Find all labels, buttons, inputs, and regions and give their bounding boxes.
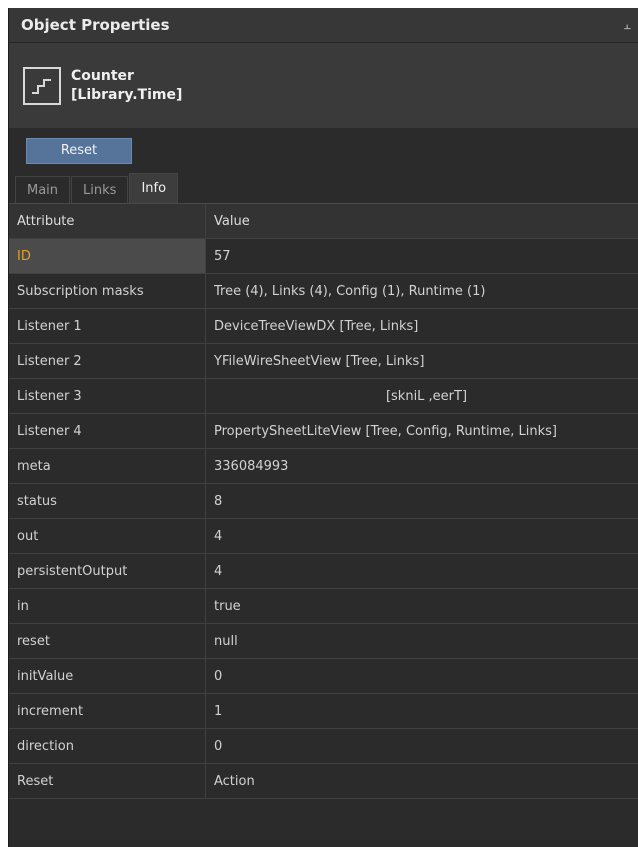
row-value: 1 <box>205 693 638 729</box>
row-value: 336084993 <box>205 448 638 484</box>
object-properties-panel: Object Properties ⫠ Counter [Library.Tim… <box>8 8 638 847</box>
row-key: in <box>9 588 206 624</box>
row-key: Listener 4 <box>9 413 206 449</box>
tab-main[interactable]: Main <box>15 176 71 203</box>
reset-row: Reset <box>9 128 638 173</box>
row-value: null <box>205 623 638 659</box>
row-key: reset <box>9 623 206 659</box>
tab-links[interactable]: Links <box>71 176 129 203</box>
object-name: Counter <box>71 67 134 84</box>
table-row[interactable]: persistentOutput 4 <box>9 553 638 589</box>
table-row[interactable]: initValue 0 <box>9 658 638 694</box>
attribute-column-header: Attribute <box>9 204 206 239</box>
table-row[interactable]: direction 0 <box>9 728 638 764</box>
row-value: DeviceTreeViewDX [Tree, Links] <box>205 308 638 344</box>
object-library: [Library.Time] <box>71 86 183 103</box>
row-value: 4 <box>205 553 638 589</box>
object-title: Counter [Library.Time] <box>71 67 182 105</box>
row-value: 8 <box>205 483 638 519</box>
row-key: increment <box>9 693 206 729</box>
row-value: 0 <box>205 658 638 694</box>
table-row[interactable]: Subscription masks Tree (4), Links (4), … <box>9 273 638 309</box>
table-row[interactable]: status 8 <box>9 483 638 519</box>
value-column-header: Value <box>205 204 638 239</box>
row-key: status <box>9 483 206 519</box>
table-row[interactable]: Listener 1 DeviceTreeViewDX [Tree, Links… <box>9 308 638 344</box>
tab-info[interactable]: Info <box>129 173 179 203</box>
table-row[interactable]: Listener 3 [Tree, Links] <box>9 378 638 414</box>
table-row[interactable]: meta 336084993 <box>9 448 638 484</box>
row-key: out <box>9 518 206 554</box>
row-key: initValue <box>9 658 206 694</box>
row-key: Subscription masks <box>9 273 206 309</box>
row-value: true <box>205 588 638 624</box>
table-row[interactable]: Reset Action <box>9 763 638 799</box>
tab-bar: Main Links Info <box>9 173 638 204</box>
table-row[interactable]: increment 1 <box>9 693 638 729</box>
row-key: Listener 1 <box>9 308 206 344</box>
panel-titlebar: Object Properties ⫠ <box>9 8 638 43</box>
row-value: Tree (4), Links (4), Config (1), Runtime… <box>205 273 638 309</box>
row-value: PropertySheetLiteView [Tree, Config, Run… <box>205 413 638 449</box>
table-row[interactable]: ID 57 <box>9 238 638 274</box>
row-key: direction <box>9 728 206 764</box>
row-value: [Tree, Links] <box>205 378 638 414</box>
row-value: 4 <box>205 518 638 554</box>
row-value: 0 <box>205 728 638 764</box>
row-key: meta <box>9 448 206 484</box>
row-value: 57 <box>205 238 638 274</box>
properties-table: Attribute Value ID 57 Subscription masks… <box>9 204 638 799</box>
row-key: persistentOutput <box>9 553 206 589</box>
row-key: Listener 3 <box>9 378 206 414</box>
row-value: YFileWireSheetView [Tree, Links] <box>205 343 638 379</box>
object-header: Counter [Library.Time] <box>9 43 638 128</box>
table-row[interactable]: Listener 4 PropertySheetLiteView [Tree, … <box>9 413 638 449</box>
table-row[interactable]: out 4 <box>9 518 638 554</box>
panel-title: Object Properties <box>21 16 170 34</box>
row-key: ID <box>9 238 206 274</box>
row-key: Reset <box>9 763 206 799</box>
table-header-row: Attribute Value <box>9 204 638 239</box>
row-value: Action <box>205 763 638 799</box>
pin-icon[interactable]: ⫠ <box>624 18 631 33</box>
reset-button[interactable]: Reset <box>26 137 132 164</box>
row-key: Listener 2 <box>9 343 206 379</box>
table-row[interactable]: Listener 2 YFileWireSheetView [Tree, Lin… <box>9 343 638 379</box>
table-row[interactable]: in true <box>9 588 638 624</box>
table-row[interactable]: reset null <box>9 623 638 659</box>
counter-step-icon <box>23 66 61 105</box>
